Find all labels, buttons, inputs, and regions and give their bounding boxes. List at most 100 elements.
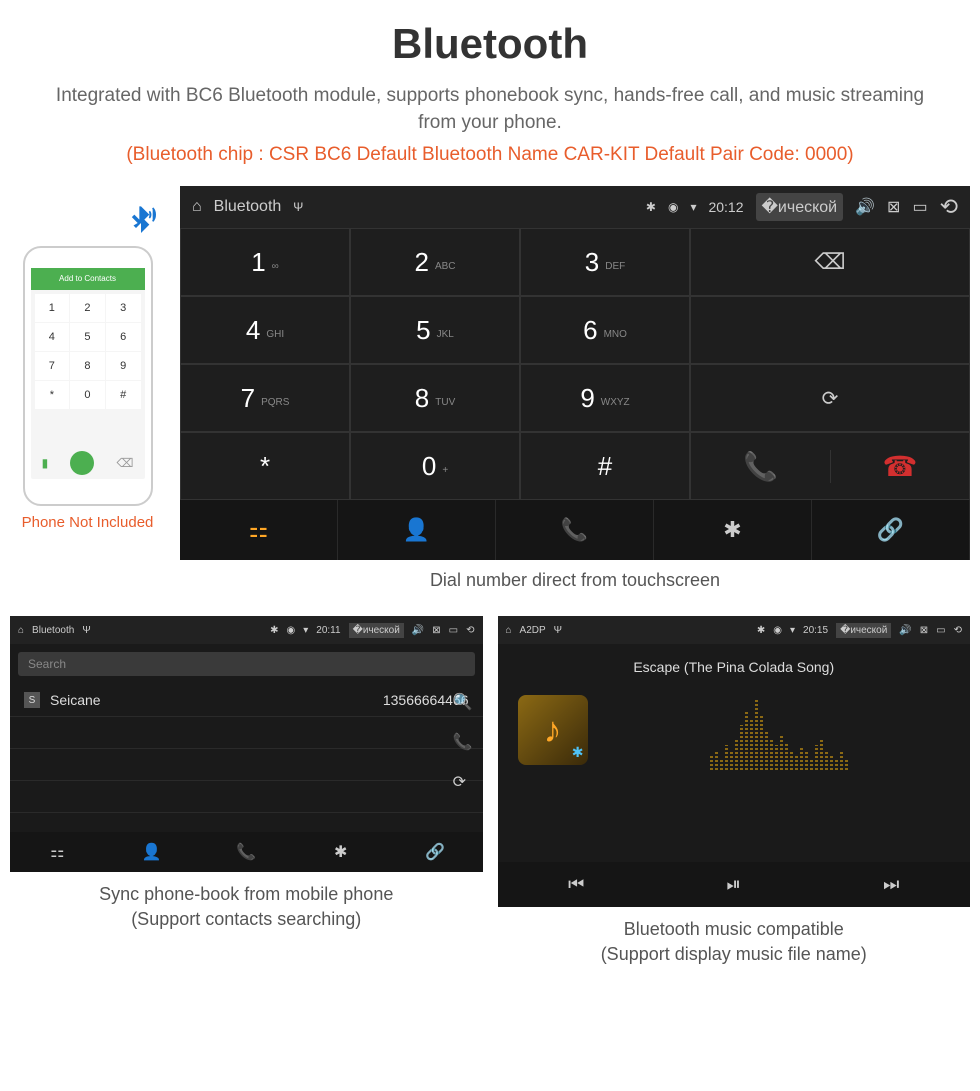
app-title: A2DP bbox=[520, 625, 546, 636]
music-caption: Bluetooth music compatible (Support disp… bbox=[498, 917, 971, 967]
page-specs: (Bluetooth chip : CSR BC6 Default Blueto… bbox=[10, 144, 970, 166]
bluetooth-signal-icon bbox=[121, 203, 161, 251]
phone-header: Add to Contacts bbox=[31, 268, 145, 290]
home-icon[interactable]: ⌂ bbox=[18, 625, 24, 636]
contact-badge: S bbox=[24, 692, 40, 708]
app-title: Bluetooth bbox=[214, 198, 282, 216]
key-4[interactable]: 4GHI bbox=[180, 296, 350, 364]
phone-call-icon: 📞 bbox=[743, 450, 778, 483]
search-icon[interactable]: 🔍 bbox=[453, 692, 473, 712]
nav-keypad[interactable]: ⚏ bbox=[180, 500, 338, 560]
bluetooth-icon: ✱ bbox=[723, 517, 741, 543]
clock: 20:12 bbox=[708, 199, 743, 215]
volume-icon[interactable]: 🔊 bbox=[899, 625, 911, 636]
key-0[interactable]: 0+ bbox=[350, 432, 520, 500]
refresh-button[interactable]: ⟳ bbox=[690, 364, 970, 432]
wifi-icon: ▾ bbox=[690, 200, 696, 214]
camera-icon[interactable]: �ической bbox=[836, 623, 891, 638]
home-icon[interactable]: ⌂ bbox=[506, 625, 512, 636]
music-screen: ⌂ A2DP Ψ ✱ ◉ ▾ 20:15 �ической 🔊 ⊠ ▭ ⟲ bbox=[498, 616, 971, 907]
phone-hangup-icon: ☎ bbox=[883, 450, 918, 483]
back-icon[interactable]: ⟲ bbox=[954, 625, 962, 636]
phone-caption: Phone Not Included bbox=[10, 514, 165, 531]
key-8[interactable]: 8TUV bbox=[350, 364, 520, 432]
page-subtitle: Integrated with BC6 Bluetooth module, su… bbox=[10, 83, 970, 136]
refresh-icon: ⟳ bbox=[822, 386, 839, 411]
clock: 20:11 bbox=[316, 625, 340, 636]
usb-icon: Ψ bbox=[82, 625, 90, 636]
phone-icon: 📞 bbox=[561, 517, 588, 543]
status-bar: ⌂ A2DP Ψ ✱ ◉ ▾ 20:15 �ической 🔊 ⊠ ▭ ⟲ bbox=[498, 616, 971, 644]
dialer-caption: Dial number direct from touchscreen bbox=[180, 570, 970, 591]
nav-pair[interactable]: 🔗 bbox=[812, 500, 970, 560]
status-bar: ⌂ Bluetooth Ψ ✱ ◉ ▾ 20:12 �ической 🔊 ⊠ ▭… bbox=[180, 186, 970, 228]
refresh-icon[interactable]: ⟳ bbox=[453, 772, 473, 792]
person-icon: 👤 bbox=[403, 517, 430, 543]
back-icon[interactable]: ⟲ bbox=[466, 625, 474, 636]
nav-contacts[interactable]: 👤 bbox=[338, 500, 496, 560]
nav-bluetooth[interactable]: ✱ bbox=[294, 832, 389, 872]
clock: 20:15 bbox=[803, 625, 828, 636]
bluetooth-icon: ✱ bbox=[646, 200, 656, 214]
song-title: Escape (The Pina Colada Song) bbox=[633, 659, 834, 675]
key-1[interactable]: 1∞ bbox=[180, 228, 350, 296]
wifi-icon: ▾ bbox=[790, 625, 795, 636]
key-5[interactable]: 5JKL bbox=[350, 296, 520, 364]
empty-key bbox=[690, 296, 970, 364]
music-note-icon: ♪✱ bbox=[518, 695, 588, 765]
hangup-button[interactable]: ☎ bbox=[830, 450, 969, 483]
contact-row[interactable]: S Seicane 13566664466 bbox=[10, 684, 483, 717]
nav-pair[interactable]: 🔗 bbox=[388, 832, 483, 872]
contact-name: Seicane bbox=[50, 692, 383, 708]
nav-contacts[interactable]: 👤 bbox=[105, 832, 200, 872]
nav-keypad[interactable]: ⚏ bbox=[10, 832, 105, 872]
nav-recent[interactable]: 📞 bbox=[496, 500, 654, 560]
usb-icon: Ψ bbox=[293, 200, 303, 214]
back-icon[interactable]: ⟲ bbox=[940, 194, 958, 220]
camera-icon[interactable]: �ической bbox=[756, 193, 844, 221]
volume-icon[interactable]: 🔊 bbox=[412, 625, 424, 636]
app-title: Bluetooth bbox=[32, 625, 74, 636]
prev-icon: ⏮ bbox=[568, 874, 584, 895]
wifi-icon: ▾ bbox=[303, 625, 308, 636]
call-button[interactable]: 📞 bbox=[691, 450, 830, 483]
play-pause-button[interactable]: ⏯ bbox=[655, 862, 813, 907]
key-#[interactable]: # bbox=[520, 432, 690, 500]
nav-bluetooth[interactable]: ✱ bbox=[654, 500, 812, 560]
key-7[interactable]: 7PQRS bbox=[180, 364, 350, 432]
close-icon[interactable]: ⊠ bbox=[432, 625, 440, 636]
key-2[interactable]: 2ABC bbox=[350, 228, 520, 296]
key-6[interactable]: 6MNO bbox=[520, 296, 690, 364]
key-*[interactable]: * bbox=[180, 432, 350, 500]
location-icon: ◉ bbox=[773, 625, 782, 636]
phone-call-icon bbox=[70, 451, 94, 475]
equalizer-visual bbox=[608, 690, 951, 770]
link-icon: 🔗 bbox=[877, 517, 904, 543]
recent-icon[interactable]: ▭ bbox=[936, 625, 945, 636]
recent-icon[interactable]: ▭ bbox=[912, 197, 927, 217]
bluetooth-icon: ✱ bbox=[270, 625, 278, 636]
key-9[interactable]: 9WXYZ bbox=[520, 364, 690, 432]
backspace-button[interactable]: ⌫ bbox=[690, 228, 970, 296]
volume-icon[interactable]: 🔊 bbox=[855, 197, 875, 217]
location-icon: ◉ bbox=[668, 200, 678, 214]
bluetooth-icon: ✱ bbox=[757, 625, 765, 636]
close-icon[interactable]: ⊠ bbox=[887, 197, 900, 217]
play-pause-icon: ⏯ bbox=[727, 874, 741, 895]
phonebook-caption: Sync phone-book from mobile phone (Suppo… bbox=[10, 882, 483, 932]
page-title: Bluetooth bbox=[10, 20, 970, 68]
home-icon[interactable]: ⌂ bbox=[192, 198, 202, 216]
status-bar: ⌂ Bluetooth Ψ ✱ ◉ ▾ 20:11 �ической 🔊 ⊠ ▭… bbox=[10, 616, 483, 644]
recent-icon[interactable]: ▭ bbox=[449, 625, 458, 636]
close-icon[interactable]: ⊠ bbox=[920, 625, 928, 636]
dialer-screen: ⌂ Bluetooth Ψ ✱ ◉ ▾ 20:12 �ической 🔊 ⊠ ▭… bbox=[180, 186, 970, 560]
key-3[interactable]: 3DEF bbox=[520, 228, 690, 296]
next-button[interactable]: ⏭ bbox=[813, 862, 971, 907]
nav-recent[interactable]: 📞 bbox=[199, 832, 294, 872]
location-icon: ◉ bbox=[287, 625, 296, 636]
camera-icon[interactable]: �ической bbox=[349, 623, 404, 638]
phone-icon[interactable]: 📞 bbox=[453, 732, 473, 752]
backspace-icon: ⌫ bbox=[814, 249, 845, 275]
search-input[interactable]: Search bbox=[18, 652, 475, 676]
prev-button[interactable]: ⏮ bbox=[498, 862, 656, 907]
